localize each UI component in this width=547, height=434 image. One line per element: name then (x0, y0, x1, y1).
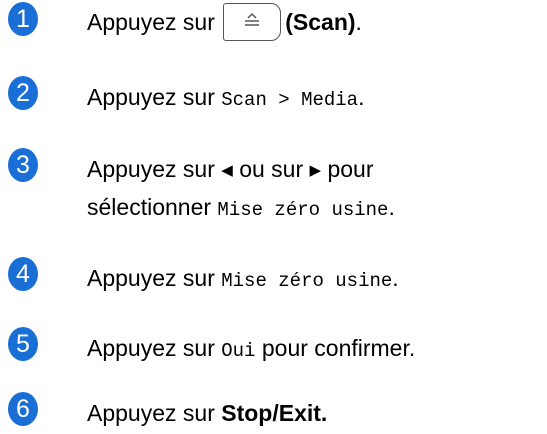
step-line2-prefix: sélectionner (87, 194, 212, 220)
step-prefix: Appuyez sur (87, 265, 215, 291)
step-2-text: Appuyez sur Scan > Media. (87, 82, 364, 115)
step-number-badge: 6 (8, 392, 38, 426)
step-5-text: Appuyez sur Oui pour confirmer. (87, 333, 415, 366)
left-arrow-icon: ◀ (221, 162, 233, 179)
scan-button-label: (Scan) (285, 9, 356, 36)
step-number-badge: 1 (8, 2, 38, 36)
step-number-badge: 4 (8, 257, 38, 291)
step-after: pour (327, 156, 374, 182)
step-prefix: Appuyez sur (87, 156, 215, 182)
step-prefix: Appuyez sur (87, 9, 215, 36)
step-number-badge: 2 (8, 76, 38, 110)
menu-path: Scan > Media (221, 89, 359, 111)
step-suffix: . (388, 194, 395, 220)
right-arrow-icon: ▶ (309, 162, 322, 179)
step-prefix: Appuyez sur (87, 84, 215, 110)
step-suffix: . (355, 9, 362, 36)
step-after: pour confirmer. (261, 335, 416, 361)
step-6-text: Appuyez sur Stop/Exit. (87, 398, 327, 428)
step-middle: ou sur (239, 156, 304, 182)
step-suffix: . (320, 400, 328, 426)
menu-option: Oui (221, 340, 256, 362)
menu-option: Mise zéro usine (217, 199, 389, 221)
scan-icon (245, 12, 260, 26)
step-3-text-line-1: Appuyez sur ◀ ou sur ▶ pour (87, 154, 374, 186)
step-1-text: Appuyez sur (Scan). (87, 3, 362, 43)
menu-option: Mise zéro usine (221, 270, 393, 292)
step-4-text: Appuyez sur Mise zéro usine. (87, 263, 399, 296)
stop-exit-key: Stop/Exit (221, 400, 321, 426)
scan-button (223, 3, 282, 41)
step-suffix: . (358, 84, 365, 110)
step-number-badge: 3 (8, 148, 38, 182)
step-number-badge: 5 (8, 327, 38, 361)
step-prefix: Appuyez sur (87, 400, 215, 426)
step-3-text-line-2: sélectionner Mise zéro usine. (87, 192, 395, 225)
step-prefix: Appuyez sur (87, 335, 215, 361)
step-suffix: . (392, 265, 399, 291)
